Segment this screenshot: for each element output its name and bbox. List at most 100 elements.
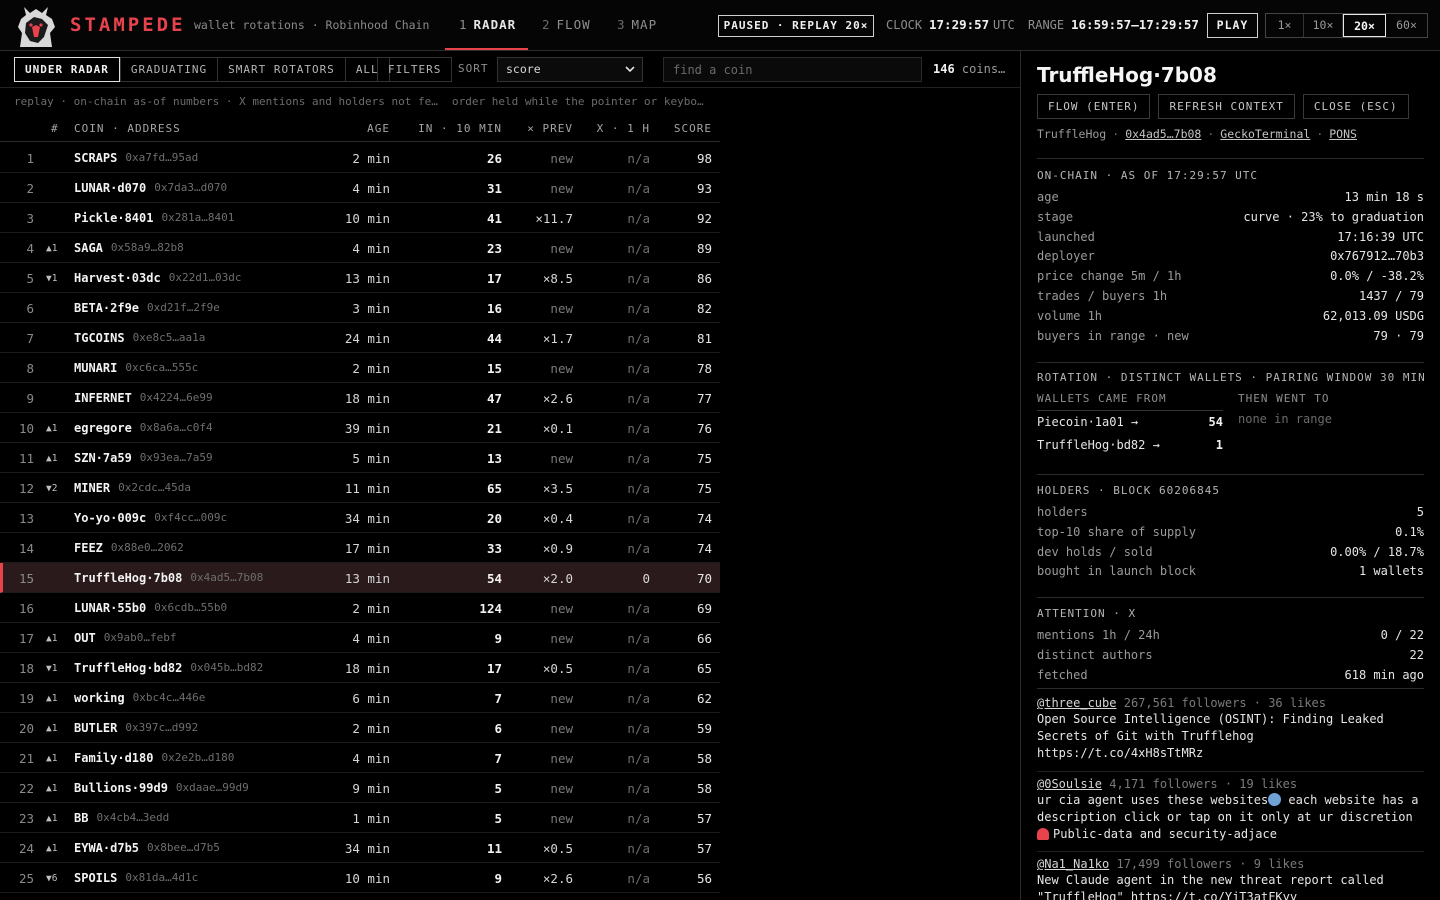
coin-score: 98 xyxy=(696,151,712,166)
divider xyxy=(1037,362,1424,363)
table-row[interactable]: 22 ▲1 Bullions·99d9 0xdaae…99d9 9 min 5 new n/a… xyxy=(0,773,720,803)
rank-change-indicator: ▼1 xyxy=(46,273,58,284)
speed-20x-button[interactable]: 20× xyxy=(1343,14,1386,37)
sort-select[interactable]: score xyxy=(497,57,643,82)
sort-label: SORT xyxy=(458,62,489,75)
coin-address: 0x22d1…03dc xyxy=(168,271,242,284)
x-mentions-1h: n/a xyxy=(627,661,650,676)
col-in[interactable]: IN · 10 MIN xyxy=(418,122,502,135)
col-rank[interactable]: # xyxy=(51,122,59,135)
detail-stat-row: launched 17:16:39 UTC xyxy=(1037,230,1424,250)
col-prev[interactable]: × PREV xyxy=(527,122,573,135)
coin-search-input[interactable] xyxy=(663,57,922,82)
table-row[interactable]: 21 ▲1 Family·d180 0x2e2b…d180 4 min 7 new n/a 58 xyxy=(0,743,720,773)
post-author-link[interactable]: @three_cube xyxy=(1037,696,1116,710)
table-row[interactable]: 14 FEEZ 0x88e0…2062 17 min 33 ×0.9 n/a 74 xyxy=(0,533,720,563)
detail-stat-row: fetched 618 min ago xyxy=(1037,668,1424,688)
tab-flow[interactable]: 2 FLOW xyxy=(542,17,591,32)
x-mentions-1h: n/a xyxy=(627,721,650,736)
coin-address: 0x4224…6e99 xyxy=(139,391,213,404)
stat-label: distinct authors xyxy=(1037,647,1153,662)
filters-button[interactable]: FILTERS xyxy=(377,57,453,82)
coin-name: Yo-yo·009c xyxy=(74,511,147,525)
tab-radar[interactable]: 1 RADAR xyxy=(459,17,516,32)
inflow-10min: 17 xyxy=(486,661,502,676)
table-row[interactable]: 8 MUNARI 0xc6ca…555c 2 min 15 new n/a 78 xyxy=(0,353,720,383)
stat-value: 0.00% / 18.7% xyxy=(1330,544,1424,559)
play-button[interactable]: PLAY xyxy=(1207,13,1258,38)
flow-button[interactable]: FLOW (ENTER) xyxy=(1037,94,1151,119)
inflow-10min: 5 xyxy=(494,781,502,796)
tab-map[interactable]: 3 MAP xyxy=(617,17,657,32)
coin-score: 76 xyxy=(696,421,712,436)
refresh-context-button[interactable]: REFRESH CONTEXT xyxy=(1158,94,1295,119)
geckoterminal-link[interactable]: GeckoTerminal xyxy=(1220,127,1310,141)
coin-age: 17 min xyxy=(344,541,390,556)
col-coin[interactable]: COIN · ADDRESS xyxy=(74,122,181,135)
filter-graduating-button[interactable]: GRADUATING xyxy=(119,57,218,82)
table-row[interactable]: 5 ▼1 Harvest·03dc 0x22d1…03dc 13 min 17 ×8.5 n/… xyxy=(0,263,720,293)
post-meta: 17,499 followers · 9 likes xyxy=(1116,857,1305,871)
x-mentions-1h: n/a xyxy=(627,421,650,436)
divider xyxy=(1037,597,1424,598)
table-row[interactable]: 16 LUNAR·55b0 0x6cdb…55b0 2 min 124 new n/a 69 xyxy=(0,593,720,623)
coin-score: 70 xyxy=(696,571,712,586)
post-author-link[interactable]: @0Soulsie xyxy=(1037,777,1102,791)
coin-name: BB xyxy=(74,811,89,825)
detail-links: TruffleHog · 0x4ad5…7b08 · GeckoTerminal · PON… xyxy=(1037,127,1357,141)
speed-1x-button[interactable]: 1× xyxy=(1266,14,1304,37)
table-row[interactable]: 3 Pickle·8401 0x281a…8401 10 min 41 ×11.7 n/a 9… xyxy=(0,203,720,233)
contract-address-link[interactable]: 0x4ad5…7b08 xyxy=(1125,127,1201,141)
divider xyxy=(1037,771,1424,772)
inflow-10min: 44 xyxy=(486,331,502,346)
table-row[interactable]: 15 TruffleHog·7b08 0x4ad5…7b08 13 min 54 ×2.0… xyxy=(0,563,720,593)
attention-section-title: ATTENTION · X xyxy=(1037,607,1137,620)
table-row[interactable]: 18 ▼1 TruffleHog·bd82 0x045b…bd82 18 min 17 ×0… xyxy=(0,653,720,683)
coin-score: 81 xyxy=(696,331,712,346)
row-rank: 23 xyxy=(18,811,34,826)
speed-60x-button[interactable]: 60× xyxy=(1386,14,1427,37)
rotation-source-row[interactable]: TruffleHog·bd82 → 1 xyxy=(1037,438,1223,458)
post-text: New Claude agent in the new threat repor… xyxy=(1037,873,1384,900)
table-row[interactable]: 24 ▲1 EYWA·d7b5 0x8bee…d7b5 34 min 11 ×0.5 n/a 5… xyxy=(0,833,720,863)
table-row[interactable]: 1 SCRAPS 0xa7fd…95ad 2 min 26 new n/a 98 xyxy=(0,143,720,173)
table-row[interactable]: 2 LUNAR·d070 0x7da3…d070 4 min 31 new n/a 93 xyxy=(0,173,720,203)
prev-multiplier: ×11.7 xyxy=(535,211,573,226)
coin-name: OUT xyxy=(74,631,96,645)
rotation-source-row[interactable]: Piecoin·1a01 → 54 xyxy=(1037,415,1223,435)
table-row[interactable]: 12 ▼2 MINER 0x2cdc…45da 11 min 65 ×3.5 n/a 75 xyxy=(0,473,720,503)
coin-name: LUNAR·55b0 xyxy=(74,601,147,615)
table-row[interactable]: 23 ▲1 BB 0x4cb4…3edd 1 min 5 new n/a 57 xyxy=(0,803,720,833)
divider xyxy=(1037,474,1424,475)
table-row[interactable]: 10 ▲1 egregore 0x8a6a…c0f4 39 min 21 ×0.1 n/a 76 xyxy=(0,413,720,443)
col-age[interactable]: AGE xyxy=(367,122,390,135)
coin-score: 57 xyxy=(696,841,712,856)
table-row[interactable]: 13 Yo-yo·009c 0xf4cc…009c 34 min 20 ×0.4 n/a 74 xyxy=(0,503,720,533)
table-row[interactable]: 7 TGCOINS 0xe8c5…aa1a 24 min 44 ×1.7 n/a 81 xyxy=(0,323,720,353)
speed-10x-button[interactable]: 10× xyxy=(1304,14,1343,37)
filter-smart-rotators-button[interactable]: SMART ROTATORS xyxy=(217,57,345,82)
close-button[interactable]: CLOSE (ESC) xyxy=(1302,94,1409,119)
table-row[interactable]: 6 BETA·2f9e 0xd21f…2f9e 3 min 16 new n/a 82 xyxy=(0,293,720,323)
filter-under-radar-button[interactable]: UNDER RADAR xyxy=(14,57,120,82)
col-score[interactable]: SCORE xyxy=(674,122,712,135)
divider xyxy=(1037,158,1424,159)
post-author-link[interactable]: @Na1_Na1ko xyxy=(1037,857,1109,871)
table-row[interactable]: 9 INFERNET 0x4224…6e99 18 min 47 ×2.6 n/a 77 xyxy=(0,383,720,413)
coin-name: MINER xyxy=(74,481,111,495)
pons-link[interactable]: PONS xyxy=(1329,127,1357,141)
row-rank: 3 xyxy=(26,211,34,226)
inflow-10min: 5 xyxy=(494,811,502,826)
prev-multiplier: ×2.0 xyxy=(542,571,573,586)
table-row[interactable]: 25 ▼6 SPOILS 0x81da…4d1c 10 min 9 ×2.6 n/a 56 xyxy=(0,863,720,893)
table-row[interactable]: 19 ▲1 working 0xbc4c…446e 6 min 7 new n/a 62 xyxy=(0,683,720,713)
coin-address: 0xa7fd…95ad xyxy=(125,151,199,164)
coin-age: 4 min xyxy=(352,181,390,196)
table-row[interactable]: 11 ▲1 SZN·7a59 0x93ea…7a59 5 min 13 new n/a 75 xyxy=(0,443,720,473)
col-x[interactable]: X · 1 H xyxy=(597,122,650,135)
coin-age: 18 min xyxy=(344,661,390,676)
coin-age: 4 min xyxy=(352,631,390,646)
table-row[interactable]: 20 ▲1 BUTLER 0x397c…d992 2 min 6 new n/a 59 xyxy=(0,713,720,743)
table-row[interactable]: 4 ▲1 SAGA 0x58a9…82b8 4 min 23 new n/a 89 xyxy=(0,233,720,263)
table-row[interactable]: 17 ▲1 OUT 0x9ab0…febf 4 min 9 new n/a 66 xyxy=(0,623,720,653)
